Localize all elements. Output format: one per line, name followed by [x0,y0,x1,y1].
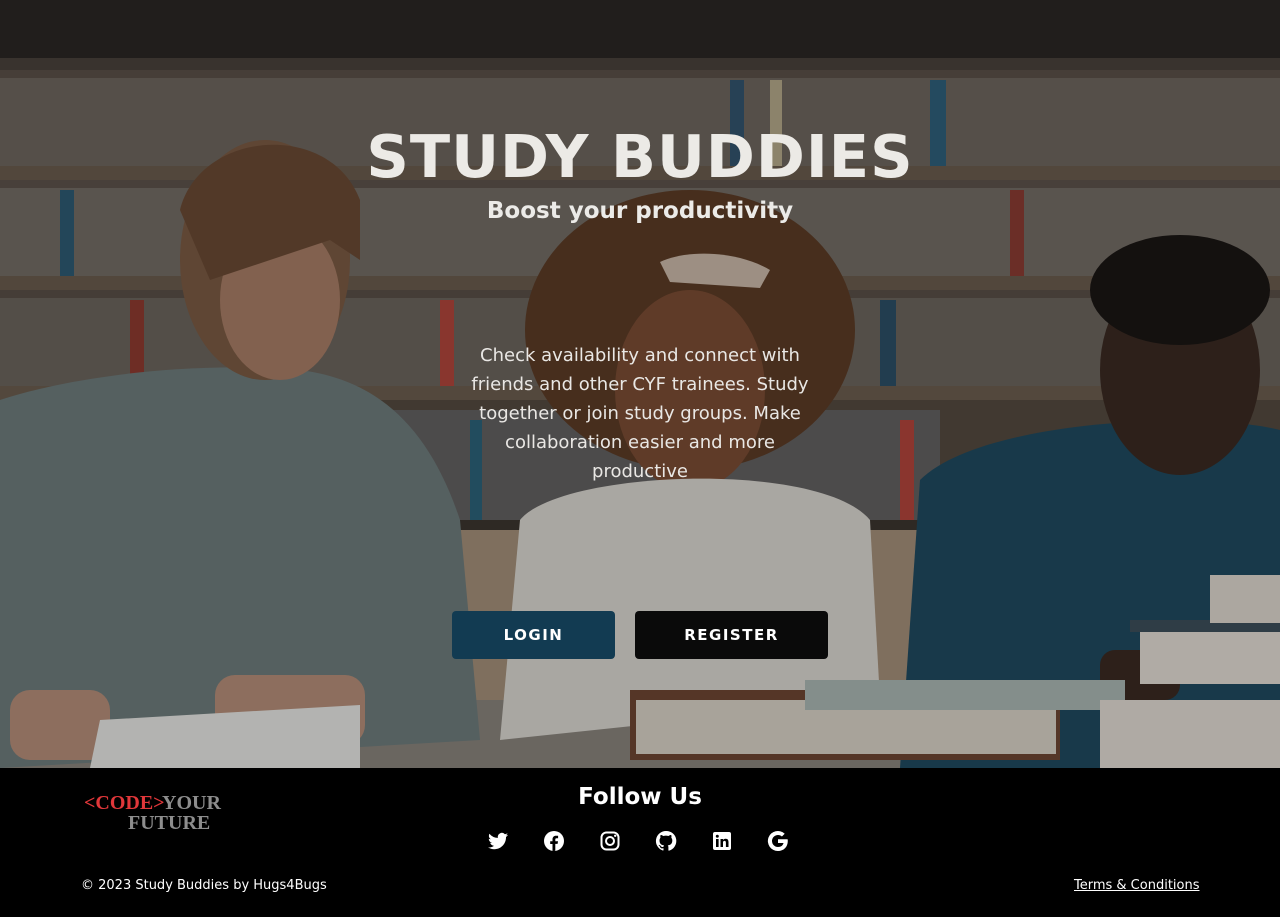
hero-section: STUDY BUDDIES Boost your productivity Ch… [0,0,1280,768]
site-footer: <CODE> YOUR FUTURE Follow Us © 2023 Stud… [0,768,1280,917]
register-button[interactable]: REGISTER [635,611,828,659]
follow-us-heading: Follow Us [578,784,702,810]
svg-text:FUTURE: FUTURE [128,812,210,832]
google-icon[interactable] [766,829,790,853]
github-icon[interactable] [654,829,678,853]
landing-page: STUDY BUDDIES Boost your productivity Ch… [0,0,1280,917]
instagram-icon[interactable] [598,829,622,853]
twitter-icon[interactable] [486,829,510,853]
hero-subtitle: Boost your productivity [486,198,794,224]
social-links [486,829,796,853]
terms-conditions-link[interactable]: Terms & Conditions [1074,878,1200,894]
linkedin-icon[interactable] [710,829,734,853]
copyright-text: © 2023 Study Buddies by Hugs4Bugs [81,878,327,893]
login-button[interactable]: LOGIN [452,611,615,659]
hero-description: Check availability and connect with frie… [471,345,809,482]
facebook-icon[interactable] [542,829,566,853]
hero-title: STUDY BUDDIES [366,122,914,191]
